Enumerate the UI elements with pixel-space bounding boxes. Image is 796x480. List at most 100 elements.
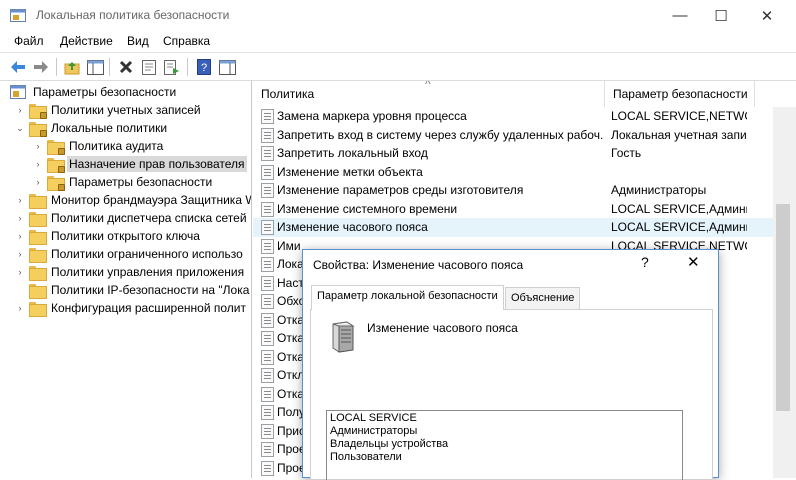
tree-item-label: Политика аудита	[69, 139, 164, 153]
tree-item[interactable]: ⌄ Локальные политики	[14, 119, 169, 137]
accounts-listbox[interactable]: LOCAL SERVICE Администраторы Владельцы уст…	[326, 410, 683, 480]
tab-explain[interactable]: Объяснение	[505, 287, 581, 309]
policy-document-icon	[261, 275, 274, 291]
tree-item-label: Конфигурация расширенной полит	[51, 301, 246, 315]
tree-item[interactable]: › Политика аудита	[32, 137, 165, 155]
policy-name-cell: Замена маркера уровня процесса	[277, 109, 467, 123]
policy-name-cell: Запретить вход в систему через службу уд…	[277, 127, 603, 142]
action-pane-icon	[218, 59, 236, 75]
tree-root-security-settings[interactable]: Параметры безопасности	[10, 83, 178, 101]
folder-icon	[47, 157, 65, 173]
policy-document-icon	[261, 442, 274, 457]
folder-icon	[29, 211, 47, 227]
account-item[interactable]: Владельцы устройства	[330, 438, 679, 451]
tree-item[interactable]: › Политики учетных записей	[14, 101, 203, 119]
security-policy-app-icon	[10, 9, 26, 22]
policy-document-icon	[261, 331, 274, 346]
policy-setting-cell: Гость	[611, 146, 642, 160]
delete-button[interactable]	[117, 58, 135, 76]
chevron-right-icon[interactable]: ›	[14, 302, 26, 314]
account-item[interactable]: Администраторы	[330, 425, 679, 438]
show-action-pane-button[interactable]	[218, 58, 236, 76]
policy-row[interactable]: Изменение метки объекта	[253, 163, 773, 182]
close-button[interactable]: ✕	[744, 0, 790, 31]
help-button[interactable]: ?	[195, 58, 213, 76]
tree-item[interactable]: › Конфигурация расширенной полит	[14, 299, 248, 317]
tree-item[interactable]: › Монитор брандмауэра Защитника W	[14, 191, 252, 209]
properties-dialog: Свойства: Изменение часового пояса ? ✕ П…	[302, 249, 719, 480]
policy-row[interactable]: Изменение параметров среды изготовителя А…	[253, 181, 773, 200]
chevron-right-icon[interactable]: ›	[32, 158, 44, 170]
chevron-right-icon[interactable]: ›	[14, 230, 26, 242]
folder-icon	[29, 121, 47, 137]
account-item[interactable]: LOCAL SERVICE	[330, 412, 679, 425]
folder-icon	[29, 193, 47, 209]
chevron-right-icon[interactable]: ›	[32, 176, 44, 188]
tree-item[interactable]: › Назначение прав пользователя	[32, 155, 247, 173]
tab-local-security-setting[interactable]: Параметр локальной безопасности	[311, 285, 504, 310]
forward-button[interactable]	[32, 58, 50, 76]
chevron-right-icon[interactable]: ›	[14, 248, 26, 260]
policy-row[interactable]: Запретить локальный вход Гость	[253, 144, 773, 163]
policy-document-icon	[261, 386, 274, 402]
show-hide-tree-button[interactable]	[86, 58, 104, 76]
account-item[interactable]: Пользователи	[330, 451, 679, 464]
menu-bar: Файл Действие Вид Справка	[0, 31, 796, 52]
forward-arrow-icon	[34, 61, 48, 73]
column-header-policy-label: Политика	[261, 87, 315, 101]
policy-row[interactable]: Замена маркера уровня процесса LOCAL SERV…	[253, 107, 773, 126]
tree-item-label: Политики IP-безопасности на "Лока	[51, 283, 250, 297]
tree-item[interactable]: › Параметры безопасности	[32, 173, 214, 191]
chevron-right-icon[interactable]	[14, 284, 26, 296]
menu-action[interactable]: Действие	[60, 34, 113, 48]
window-title: Локальная политика безопасности	[36, 8, 230, 22]
folder-icon	[29, 265, 47, 281]
policy-document-icon	[261, 460, 274, 476]
policy-name: Изменение часового пояса	[367, 321, 518, 335]
tree-item[interactable]: › Политики управления приложения	[14, 263, 246, 281]
toolbar: ?	[0, 52, 796, 81]
tree-item[interactable]: › Политики ограниченного использо	[14, 245, 245, 263]
dialog-close-button[interactable]: ✕	[687, 253, 700, 271]
tree-item[interactable]: Политики IP-безопасности на "Лока	[14, 281, 251, 299]
svg-text:?: ?	[201, 62, 207, 74]
menu-help[interactable]: Справка	[163, 34, 210, 48]
properties-icon	[142, 59, 156, 75]
vertical-scrollbar[interactable]	[773, 107, 796, 478]
chevron-right-icon[interactable]: ›	[14, 266, 26, 278]
policy-name-cell: Изменение часового пояса	[277, 220, 428, 234]
toolbar-separator	[56, 58, 57, 76]
delete-x-icon	[119, 60, 133, 74]
tree-item-label: Монитор брандмауэра Защитника W	[51, 193, 252, 207]
back-button[interactable]	[9, 58, 27, 76]
menu-view[interactable]: Вид	[127, 34, 149, 48]
policy-row[interactable]: Изменение часового пояса LOCAL SERVICE,Ад…	[253, 218, 773, 237]
tree-item-label: Политики ограниченного использо	[51, 247, 243, 261]
properties-button[interactable]	[140, 58, 158, 76]
export-list-button[interactable]	[163, 58, 181, 76]
folder-icon	[47, 175, 65, 191]
policy-document-icon	[261, 127, 274, 143]
back-arrow-icon	[11, 61, 25, 73]
tree-item[interactable]: › Политики открытого ключа	[14, 227, 202, 245]
policy-row[interactable]: Изменение системного времени LOCAL SERVIC…	[253, 200, 773, 219]
policy-row[interactable]: Запретить вход в систему через службу уд…	[253, 126, 773, 145]
chevron-down-icon[interactable]: ⌄	[14, 122, 26, 134]
chevron-right-icon[interactable]: ›	[14, 104, 26, 116]
chevron-right-icon[interactable]: ›	[14, 212, 26, 224]
maximize-button[interactable]: ☐	[698, 0, 744, 31]
column-header-setting-label: Параметр безопасности	[613, 87, 748, 101]
policy-name-cell: Изменение системного времени	[277, 201, 458, 216]
policy-setting-cell: LOCAL SERVICE,NETWO...	[611, 109, 747, 123]
tree-item[interactable]: › Политики диспетчера списка сетей	[14, 209, 249, 227]
policy-document-icon	[261, 423, 274, 439]
column-header-setting[interactable]: Параметр безопасности	[605, 81, 755, 107]
minimize-button[interactable]: —	[657, 0, 703, 31]
menu-file[interactable]: Файл	[14, 34, 44, 48]
scrollbar-thumb[interactable]	[776, 204, 790, 411]
chevron-right-icon[interactable]: ›	[14, 194, 26, 206]
dialog-help-button[interactable]: ?	[641, 254, 649, 270]
up-level-button[interactable]	[63, 58, 81, 76]
tree-root-label: Параметры безопасности	[33, 85, 177, 99]
chevron-right-icon[interactable]: ›	[32, 140, 44, 152]
